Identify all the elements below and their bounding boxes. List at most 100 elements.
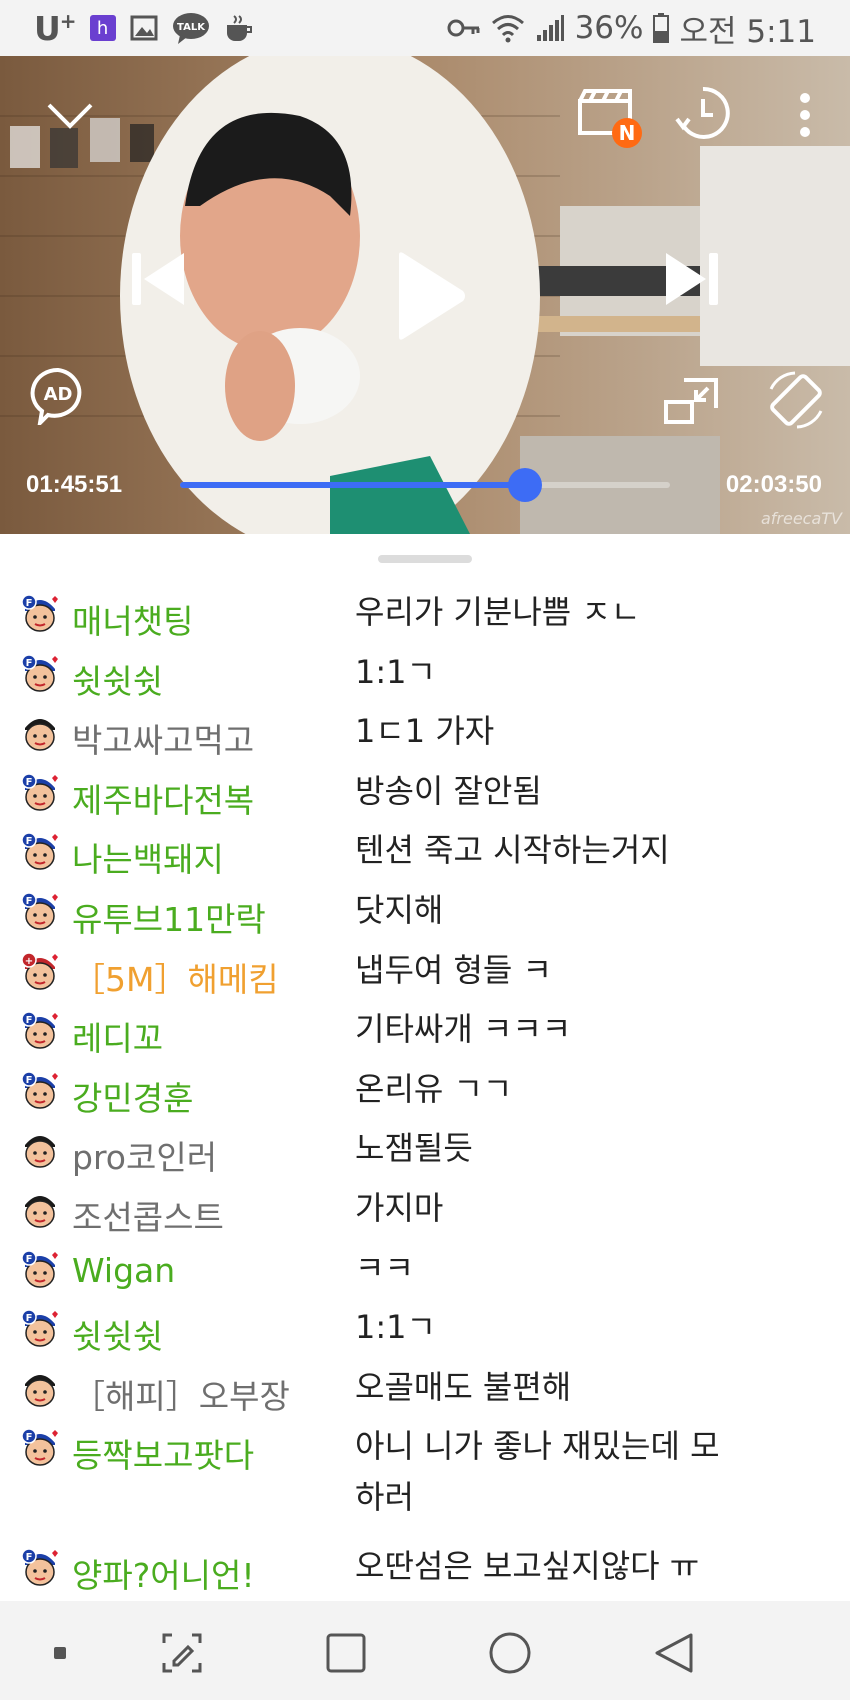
user-avatar-icon[interactable]: F	[20, 1308, 60, 1348]
chat-nickname[interactable]: 등짝보고팟다	[72, 1429, 254, 1477]
chat-message-row[interactable]: F 나는백돼지 텐션 죽고 시작하는거지	[0, 823, 850, 883]
chat-message-row[interactable]: F 제주바다전복 방송이 잘안됨	[0, 764, 850, 824]
chat-nickname[interactable]: 매너챗팅	[72, 595, 193, 643]
chat-message-row[interactable]: F 쉿쉿쉿 1:1ㄱ	[0, 1300, 850, 1360]
user-avatar-icon[interactable]: F	[20, 831, 60, 871]
chat-message-text: ㅋㅋ	[355, 1248, 414, 1287]
svg-text:F: F	[26, 1552, 33, 1563]
square-icon	[326, 1633, 366, 1673]
coffee-icon	[226, 15, 252, 41]
svg-text:F: F	[26, 1432, 33, 1443]
chat-nickname[interactable]: 쉿쉿쉿	[72, 655, 163, 703]
user-avatar-icon[interactable]: F	[20, 1427, 60, 1467]
chat-nickname[interactable]: ［5M］해메킴	[72, 953, 279, 1001]
previous-button[interactable]	[128, 244, 188, 314]
rotate-button[interactable]	[762, 366, 830, 434]
user-avatar-icon[interactable]	[20, 1189, 60, 1229]
signal-icon	[536, 15, 564, 41]
user-avatar-icon[interactable]: F	[20, 1249, 60, 1289]
chat-message-row[interactable]: F 레디꼬 기타싸개 ㅋㅋㅋ	[0, 1002, 850, 1062]
chat-nickname[interactable]: 박고싸고먹고	[72, 714, 254, 762]
chat-message-row[interactable]: F 매너챗팅 우리가 기분나쁨 ㅈㄴ	[0, 585, 850, 645]
chat-message-text: 온리유 ㄱㄱ	[355, 1069, 513, 1108]
svg-text:F: F	[26, 1015, 33, 1026]
new-badge: N	[612, 118, 642, 148]
user-avatar-icon[interactable]: F	[20, 593, 60, 633]
skip-previous-icon	[132, 253, 184, 305]
user-avatar-icon[interactable]: F	[20, 653, 60, 693]
chat-nickname[interactable]: ［해피］오부장	[72, 1370, 290, 1418]
user-avatar-icon[interactable]	[20, 712, 60, 752]
recent-apps-button[interactable]	[324, 1631, 368, 1675]
chat-message-row[interactable]: F 유투브11만락 닷지해	[0, 883, 850, 943]
chat-nickname[interactable]: pro코인러	[72, 1131, 217, 1179]
later-button[interactable]	[670, 80, 736, 146]
chat-message-row[interactable]: pro코인러 노잼될듯	[0, 1121, 850, 1181]
chat-message-row[interactable]: 조선콥스트 가지마	[0, 1181, 850, 1241]
user-avatar-icon[interactable]: F	[20, 891, 60, 931]
nav-dot-button[interactable]	[38, 1631, 82, 1675]
status-left: U+ h TALK	[34, 8, 254, 48]
skip-next-icon	[666, 253, 718, 305]
picture-in-picture-icon	[664, 378, 718, 424]
chat-message-row[interactable]: + ［5M］해메킴 냅두여 형들 ㅋ	[0, 943, 850, 1003]
chat-nickname[interactable]: 제주바다전복	[72, 774, 254, 822]
current-time: 01:45:51	[26, 471, 123, 498]
chat-nickname[interactable]: 조선콥스트	[72, 1191, 224, 1239]
chat-message-row[interactable]: F 쉿쉿쉿 1:1ㄱ	[0, 645, 850, 705]
svg-text:TALK: TALK	[177, 22, 206, 33]
chat-message-row[interactable]: F 등짝보고팟다 아니 니가 좋나 재밌는데 모하러	[0, 1419, 850, 1538]
next-button[interactable]	[662, 244, 722, 314]
total-time: 02:03:50	[725, 471, 822, 498]
chat-nickname[interactable]: 강민경훈	[72, 1072, 193, 1120]
chat-nickname[interactable]: Wigan	[72, 1251, 175, 1290]
chat-nickname[interactable]: 레디꼬	[72, 1012, 163, 1060]
chat-message-text: 방송이 잘안됨	[355, 771, 542, 810]
svg-text:F: F	[26, 1313, 33, 1324]
chat-message-row[interactable]: F Wigan ㅋㅋ	[0, 1241, 850, 1301]
svg-text:F: F	[26, 1075, 33, 1086]
chat-drag-handle[interactable]	[378, 555, 472, 563]
user-avatar-icon[interactable]	[20, 1368, 60, 1408]
capture-write-icon	[162, 1633, 202, 1673]
user-avatar-icon[interactable]: F	[20, 1010, 60, 1050]
svg-text:F: F	[26, 1254, 33, 1265]
screen-capture-button[interactable]	[160, 1631, 204, 1675]
svg-text:+: +	[25, 956, 33, 967]
chat-message-row[interactable]: ［해피］오부장 오골매도 불편해	[0, 1360, 850, 1420]
svg-text:F: F	[26, 658, 33, 669]
ad-speech-icon: AD	[30, 367, 82, 425]
video-player[interactable]: N AD 01:45:51 02:03:50 afreecaTV	[0, 56, 850, 534]
ad-button[interactable]: AD	[28, 366, 88, 426]
home-button[interactable]	[488, 1631, 532, 1675]
seek-bar[interactable]	[180, 468, 670, 502]
user-avatar-icon[interactable]: F	[20, 772, 60, 812]
chat-message-text: 가지마	[355, 1189, 444, 1227]
h-app-icon: h	[89, 15, 116, 41]
chat-message-row[interactable]: F 양파?어니언! 오딴섬은 보고싶지않다 ㅠ	[0, 1539, 850, 1599]
pip-button[interactable]	[660, 370, 722, 432]
play-button[interactable]	[390, 246, 470, 346]
chat-nickname[interactable]: 유투브11만락	[72, 893, 266, 941]
chat-message-row[interactable]: 박고싸고먹고 1ㄷ1 가자	[0, 704, 850, 764]
back-button[interactable]	[652, 1631, 696, 1675]
user-avatar-icon[interactable]	[20, 1129, 60, 1169]
chat-message-row[interactable]: F 강민경훈 온리유 ㄱㄱ	[0, 1062, 850, 1122]
more-options-button[interactable]	[780, 82, 830, 148]
collapse-button[interactable]	[40, 86, 100, 146]
user-avatar-icon[interactable]: F	[20, 1547, 60, 1587]
chat-message-text: 냅두여 형들 ㅋ	[355, 950, 552, 989]
vod-list-button[interactable]: N	[572, 78, 642, 148]
battery-icon	[653, 13, 670, 43]
triangle-back-icon	[655, 1633, 693, 1673]
kebab-menu-icon	[800, 93, 810, 137]
chat-nickname[interactable]: 나는백돼지	[72, 833, 224, 881]
chat-nickname[interactable]: 쉿쉿쉿	[72, 1310, 163, 1358]
user-avatar-icon[interactable]: F	[20, 1070, 60, 1110]
svg-text:F: F	[26, 598, 33, 609]
seek-bar-progress	[180, 482, 526, 488]
svg-text:F: F	[26, 777, 33, 788]
chat-message-text: 닷지해	[355, 891, 444, 929]
chat-nickname[interactable]: 양파?어니언!	[72, 1549, 255, 1597]
user-avatar-icon[interactable]: +	[20, 951, 60, 991]
